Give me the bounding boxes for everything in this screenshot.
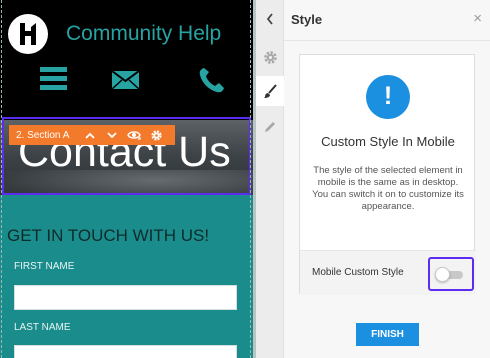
card-description: The style of the selected element in mob… — [310, 165, 466, 213]
panel-title: Style — [291, 12, 323, 27]
phone-icon[interactable] — [198, 67, 225, 98]
hide-section-button[interactable] — [123, 125, 145, 145]
site-title: Community Help — [66, 22, 222, 45]
pencil-icon — [265, 122, 275, 132]
last-name-label: LAST NAME — [14, 322, 71, 333]
first-name-input[interactable] — [14, 285, 237, 310]
panel-rail — [256, 0, 284, 358]
preview-right-guide — [250, 0, 251, 358]
custom-style-card: ! Custom Style In Mobile The style of th… — [299, 54, 476, 295]
style-panel: Style × ! Custom Style In Mobile The sty… — [256, 0, 490, 358]
close-icon[interactable]: × — [473, 10, 482, 27]
chevron-down-icon — [107, 131, 117, 138]
site-header: Community Help — [0, 0, 253, 120]
finish-button[interactable]: FINISH — [356, 323, 419, 346]
section-settings-button[interactable] — [145, 125, 167, 145]
menu-icon[interactable] — [40, 66, 67, 97]
envelope-icon[interactable] — [111, 70, 140, 95]
section-toolbar: 2. Section A — [9, 125, 175, 145]
mobile-custom-style-row: Mobile Custom Style — [300, 250, 476, 295]
contact-heading: GET IN TOUCH WITH US! — [7, 226, 210, 245]
last-name-input[interactable] — [14, 345, 237, 358]
site-logo[interactable] — [8, 14, 48, 54]
home-logo-icon — [20, 23, 36, 45]
move-down-button[interactable] — [101, 125, 123, 145]
collapse-panel-button[interactable] — [256, 4, 284, 34]
first-name-label: FIRST NAME — [14, 261, 75, 272]
card-description-text: The style of the selected element in mob… — [312, 165, 464, 212]
gear-icon — [150, 129, 162, 141]
gear-icon — [263, 50, 277, 64]
chevron-up-icon — [85, 132, 95, 139]
eye-hidden-icon — [127, 131, 141, 140]
chevron-left-icon — [266, 13, 273, 25]
mobile-custom-style-label: Mobile Custom Style — [312, 267, 404, 278]
preview-left-guide — [1, 0, 2, 358]
info-icon-glyph: ! — [383, 82, 393, 110]
section-label: 2. Section A — [16, 129, 70, 141]
move-up-button[interactable] — [79, 125, 101, 145]
toggle-knob — [435, 267, 450, 282]
card-title: Custom Style In Mobile — [321, 134, 455, 149]
brush-icon — [263, 83, 277, 98]
mobile-custom-style-toggle[interactable] — [428, 257, 474, 291]
info-icon: ! — [366, 75, 410, 119]
style-tab[interactable] — [256, 76, 284, 106]
settings-tab[interactable] — [256, 42, 284, 72]
edit-tab[interactable] — [256, 112, 284, 142]
panel-separator — [284, 40, 490, 41]
